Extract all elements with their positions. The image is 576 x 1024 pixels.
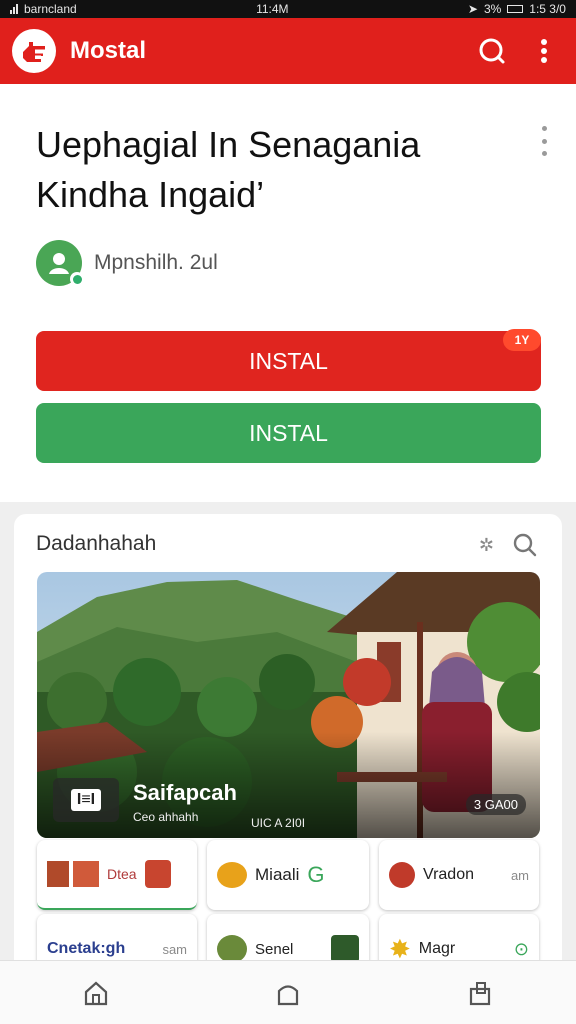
app-title: Mostal	[70, 37, 147, 64]
section-tools: ✲	[479, 532, 538, 558]
tile-label: Miaali	[255, 865, 300, 884]
verified-badge-icon	[70, 272, 84, 286]
install-button-red[interactable]: INSTAL 1Y	[36, 329, 541, 391]
tile-meta: sam	[162, 941, 187, 957]
more-vert-icon[interactable]	[524, 31, 564, 71]
app-tile[interactable]: Miaali G	[207, 840, 369, 910]
carrier-label: barncland	[24, 2, 77, 16]
app-bar: Mostal	[0, 18, 576, 84]
install-button-green[interactable]: INSTAL	[36, 403, 541, 463]
tile-app-icon	[331, 935, 359, 963]
install-badge: 1Y	[503, 329, 541, 351]
tile-label: Vradon	[423, 866, 474, 883]
tile-app-icon: ⊙	[513, 938, 529, 959]
home-icon[interactable]	[72, 969, 120, 1017]
tile-thumbnail-icon	[47, 861, 69, 887]
search-icon[interactable]	[472, 31, 512, 71]
section-title: Dadanhahah	[36, 532, 157, 555]
share-icon[interactable]	[456, 969, 504, 1017]
battery-percent: 3%	[483, 2, 502, 16]
status-bar: barncland 11:4M ➤ 3% 1:5 3/0	[0, 0, 576, 18]
status-right-time: 1:5 3/0	[529, 2, 566, 16]
logo-icon[interactable]	[12, 29, 56, 73]
hero-logo-chip: I≡I	[53, 778, 119, 822]
tile-thumbnail-icon	[217, 862, 247, 888]
hero-meta: UIC A 2I0I	[251, 816, 306, 830]
avatar	[36, 240, 84, 286]
article-card: Uephagial In Senagania Kindha Ingaid’ Mp…	[0, 84, 576, 502]
headline-line-2: Kindha Ingaid’	[36, 174, 265, 215]
app-tile[interactable]: Dtea	[37, 840, 197, 910]
tile-thumbnail-icon	[73, 861, 99, 887]
app-tile[interactable]: Vradon am	[379, 840, 539, 910]
tile-app-icon	[144, 860, 171, 888]
hero-title: Saifapcah	[133, 780, 237, 805]
install-button-green-label: INSTAL	[249, 419, 328, 446]
tile-app-icon: G	[307, 862, 325, 887]
signal-icon	[10, 4, 18, 14]
tile-thumbnail-icon	[217, 935, 247, 963]
hero-card[interactable]: I≡I Saifapcah Ceo ahhahh UIC A 2I0I 3 GA…	[37, 572, 540, 838]
sparkle-icon[interactable]: ✲	[479, 535, 494, 556]
tile-label: Magr	[418, 940, 456, 957]
article-more-icon[interactable]	[538, 126, 550, 156]
person-icon	[49, 253, 69, 274]
tile-label: Cnetak:gh	[47, 940, 126, 957]
status-time: 11:4M	[256, 2, 289, 16]
headline-line-1: Uephagial In Senagania	[36, 124, 421, 165]
tab-icon[interactable]	[264, 969, 312, 1017]
install-button-red-label: INSTAL	[249, 347, 328, 374]
author-name: Mpnshilh. 2ul	[94, 251, 218, 274]
author-row[interactable]: Mpnshilh. 2ul	[36, 240, 218, 286]
article-headline: Uephagial In Senagania Kindha Ingaid’	[36, 120, 506, 220]
bottom-nav	[0, 960, 576, 1024]
tile-thumbnail-icon	[389, 862, 415, 888]
location-icon: ➤	[467, 2, 478, 16]
hero-subtitle: Ceo ahhahh	[133, 810, 199, 824]
section-search-icon[interactable]	[512, 532, 538, 558]
tile-label: Senel	[255, 940, 294, 958]
battery-icon	[507, 5, 524, 13]
featured-section: Dadanhahah ✲ I≡I Saifapcah Ceo ahhahh UI…	[14, 514, 562, 1014]
tile-meta: am	[510, 867, 529, 883]
tile-label: Dtea	[107, 866, 137, 882]
hero-logo-text: I≡I	[70, 789, 102, 811]
hero-count-badge: 3 GA00	[465, 794, 526, 815]
